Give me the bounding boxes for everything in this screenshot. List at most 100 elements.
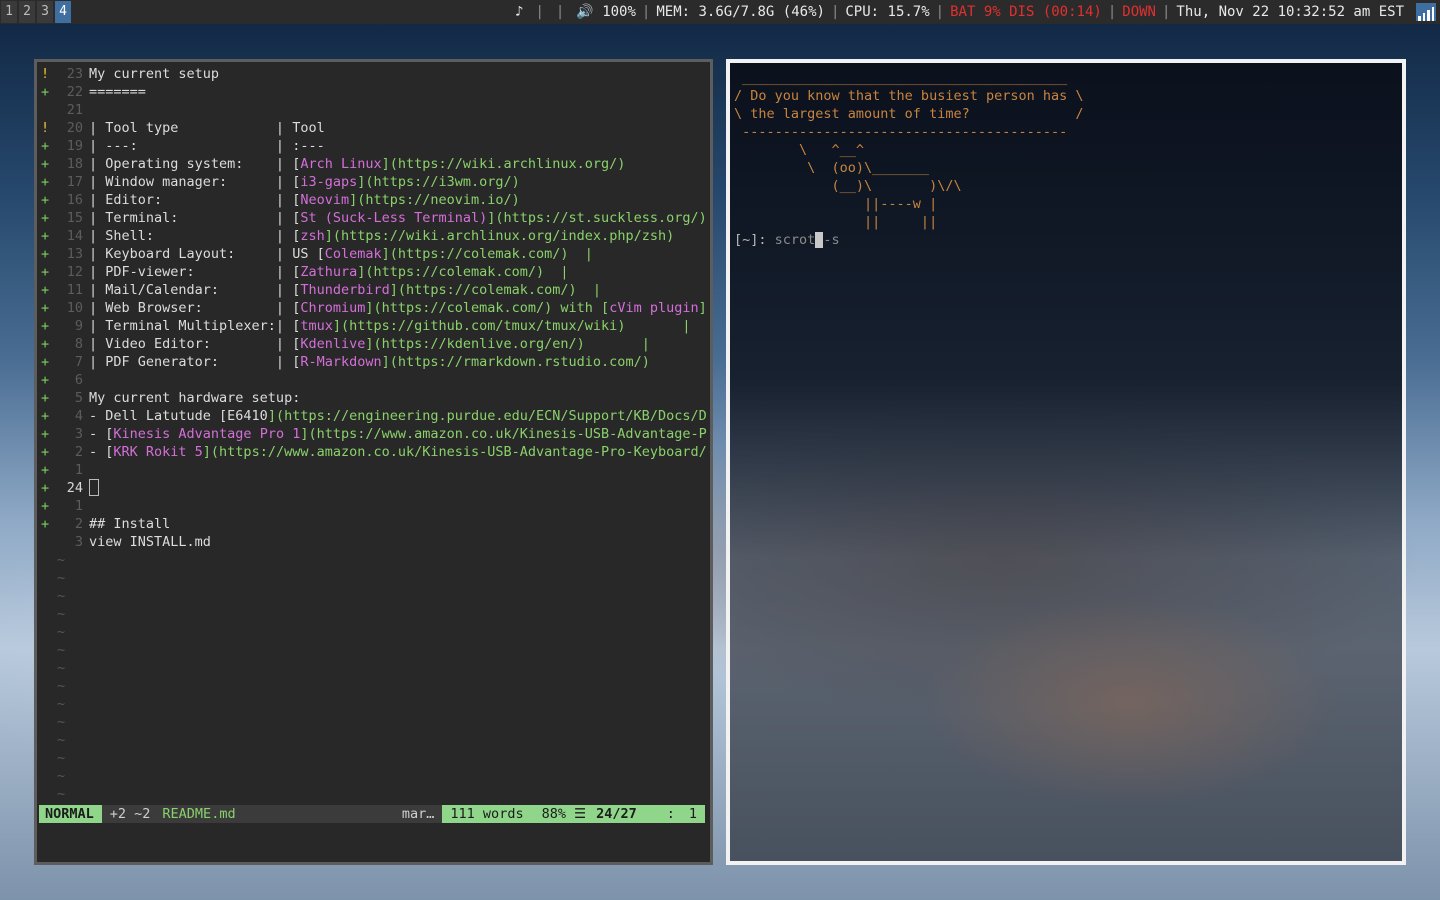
link-name: E6410 <box>227 408 268 424</box>
tilde-marker: ~ <box>57 768 66 784</box>
editor-buffer[interactable]: ! 23 My current setup +22 ======= 21! 20 | Tool… <box>39 65 707 805</box>
workspace-button[interactable]: 2 <box>19 1 35 23</box>
editor-line[interactable]: +15 | Terminal: | [St (Suck-Less Terminal… <box>39 209 707 227</box>
text-segment: | Editor: | [ <box>89 192 301 208</box>
line-text: | Mail/Calendar: | [Thunderbird](https:/… <box>89 281 601 299</box>
line-position: 24/27 <box>596 806 637 822</box>
wifi-signal-icon[interactable] <box>1416 3 1436 21</box>
editor-line[interactable]: +24 <box>39 479 707 497</box>
git-sign: + <box>41 372 50 388</box>
cowsay-line: ________________________________________ <box>734 70 1076 86</box>
line-text <box>89 479 99 498</box>
editor-line[interactable]: +4 - Dell Latutude [E6410](https://engine… <box>39 407 707 425</box>
editor-line[interactable]: +7 | PDF Generator: | [R-Markdown](https:… <box>39 353 707 371</box>
editor-line[interactable]: +3 - [Kinesis Advantage Pro 1](https://ww… <box>39 425 707 443</box>
editor-line[interactable]: 3 view INSTALL.md <box>39 533 707 551</box>
line-text: view INSTALL.md <box>89 533 211 551</box>
editor-line[interactable]: +2 - [KRK Rokit 5](https://www.amazon.co.… <box>39 443 707 461</box>
typed-command-start: scrot <box>774 232 816 248</box>
editor-line[interactable]: +5 My current hardware setup: <box>39 389 707 407</box>
workspace-button[interactable]: 1 <box>1 1 17 23</box>
editor-line[interactable]: +10 | Web Browser: | [Chromium](https://c… <box>39 299 707 317</box>
editor-window[interactable]: ! 23 My current setup +22 ======= 21! 20 | Tool… <box>34 59 713 865</box>
editor-line[interactable]: +12 | PDF-viewer: | [Zathura](https://col… <box>39 263 707 281</box>
editor-line[interactable]: 21 <box>39 101 707 119</box>
line-text: | Keyboard Layout: | US [Colemak](https:… <box>89 245 593 263</box>
music-icon[interactable]: ♪ <box>509 0 529 24</box>
line-number: 17 <box>66 174 83 190</box>
line-number: 20 <box>66 120 83 136</box>
line-text: | Operating system: | [Arch Linux](https… <box>89 155 625 173</box>
file-type: mar… <box>401 806 435 822</box>
editor-line[interactable]: +11 | Mail/Calendar: | [Thunderbird](http… <box>39 281 707 299</box>
text-segment: | Operating system: | [ <box>89 156 301 172</box>
link-url: ](https://www.amazon.co.uk/Kinesis-USB-A… <box>300 426 707 442</box>
line-number: 15 <box>66 210 83 226</box>
git-sign: ! <box>41 120 50 136</box>
editor-line[interactable]: +9 | Terminal Multiplexer:| [tmux](https:… <box>39 317 707 335</box>
git-sign: + <box>41 498 50 514</box>
empty-buffer-line: ~ <box>39 713 707 731</box>
line-text: | Web Browser: | [Chromium](https://cole… <box>89 299 707 317</box>
git-sign: + <box>41 390 50 406</box>
line-number: 12 <box>66 264 83 280</box>
text-segment: | Terminal Multiplexer:| [ <box>89 318 301 334</box>
editor-line[interactable]: +17 | Window manager: | [i3-gaps](https:/… <box>39 173 707 191</box>
git-sign: + <box>41 84 50 100</box>
cowsay-output: ________________________________________… <box>734 69 1084 231</box>
empty-buffer-line: ~ <box>39 749 707 767</box>
git-sign: ! <box>41 66 50 82</box>
link-url: ](https://colemak.com/) | <box>389 282 602 298</box>
scroll-percent: 88% <box>541 806 566 822</box>
line-number: 14 <box>66 228 83 244</box>
editor-line[interactable]: +16 | Editor: | [Neovim](https://neovim.i… <box>39 191 707 209</box>
line-number: 2 <box>74 444 83 460</box>
workspace-button[interactable]: 4 <box>55 1 71 23</box>
cpu-status: CPU: 15.7% <box>845 4 930 20</box>
link-name: Kdenlive <box>300 336 366 352</box>
link-name: i3-gaps <box>300 174 358 190</box>
cowsay-line: \ the largest amount of time? / <box>734 106 1084 122</box>
editor-line[interactable]: +1 <box>39 497 707 515</box>
text-segment: | ---: | :--- <box>89 138 325 154</box>
cowsay-line: / Do you know that the busiest person ha… <box>734 88 1084 104</box>
editor-cursor <box>89 479 99 496</box>
terminal-window[interactable]: ________________________________________… <box>726 59 1406 865</box>
link-url: ](https://kdenlive.org/en/) | <box>365 336 650 352</box>
text-segment: | Video Editor: | [ <box>89 336 301 352</box>
editor-line[interactable]: +18 | Operating system: | [Arch Linux](ht… <box>39 155 707 173</box>
link-url: ]( <box>698 300 707 316</box>
editor-line[interactable]: +6 <box>39 371 707 389</box>
editor-line[interactable]: +1 <box>39 461 707 479</box>
editor-line[interactable]: +13 | Keyboard Layout: | US [Colemak](htt… <box>39 245 707 263</box>
volume-status[interactable]: 🔊 100% <box>570 0 642 24</box>
empty-buffer-line: ~ <box>39 731 707 749</box>
link-name: Zathura <box>300 264 358 280</box>
editor-line[interactable]: +22 ======= <box>39 83 707 101</box>
git-diff-summary: +2 ~2 <box>109 806 151 822</box>
terminal-output[interactable]: ________________________________________… <box>734 69 1084 249</box>
line-text: My current setup <box>89 65 219 83</box>
line-number: 10 <box>66 300 83 316</box>
link-url: ](https://st.suckless.org/) <box>487 210 707 226</box>
link-url: ](https://colemak.com/) with [ <box>365 300 610 316</box>
line-number: 16 <box>66 192 83 208</box>
text-segment: - [ <box>89 444 114 460</box>
terminal-prompt-line[interactable]: [~]: scrot -s <box>734 231 1084 249</box>
column-separator: : <box>666 806 675 822</box>
editor-line[interactable]: ! 20 | Tool type | Tool <box>39 119 707 137</box>
editor-line[interactable]: +19 | ---: | :--- <box>39 137 707 155</box>
editor-line[interactable]: ! 23 My current setup <box>39 65 707 83</box>
line-number: 9 <box>74 318 83 334</box>
git-sign: + <box>41 246 50 262</box>
link-name: zsh <box>300 228 325 244</box>
workspace-button[interactable]: 3 <box>37 1 53 23</box>
editor-line[interactable]: +8 | Video Editor: | [Kdenlive](https://k… <box>39 335 707 353</box>
menu-icon: ☰ <box>573 806 587 822</box>
line-text: | PDF Generator: | [R-Markdown](https://… <box>89 353 707 371</box>
separator: | <box>555 4 565 20</box>
editor-line[interactable]: +14 | Shell: | [zsh](https://wiki.archlin… <box>39 227 707 245</box>
tilde-marker: ~ <box>57 588 66 604</box>
line-text: | PDF-viewer: | [Zathura](https://colema… <box>89 263 569 281</box>
editor-line[interactable]: +2 ## Install <box>39 515 707 533</box>
